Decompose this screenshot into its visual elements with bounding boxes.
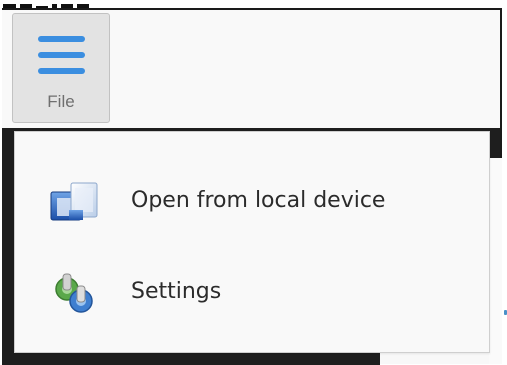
menu-item-label: Settings — [131, 279, 222, 304]
open-folder-icon — [50, 182, 98, 221]
file-button[interactable]: File — [12, 13, 110, 123]
menu-item-settings[interactable]: Settings — [15, 257, 489, 329]
right-panel-strip — [489, 158, 502, 364]
dark-workspace-bottom — [2, 352, 380, 365]
dark-workspace-left — [2, 150, 14, 364]
menu-item-open-from-local-device[interactable]: Open from local device — [15, 166, 489, 238]
file-button-label: File — [47, 92, 75, 111]
file-dropdown-menu: Open from local device Settings — [14, 131, 490, 353]
screenshot-stage: File Open from local device Settings — [0, 0, 507, 365]
menu-item-label: Open from local device — [131, 188, 386, 213]
hamburger-menu-icon — [38, 36, 85, 76]
settings-gears-icon — [55, 273, 93, 313]
